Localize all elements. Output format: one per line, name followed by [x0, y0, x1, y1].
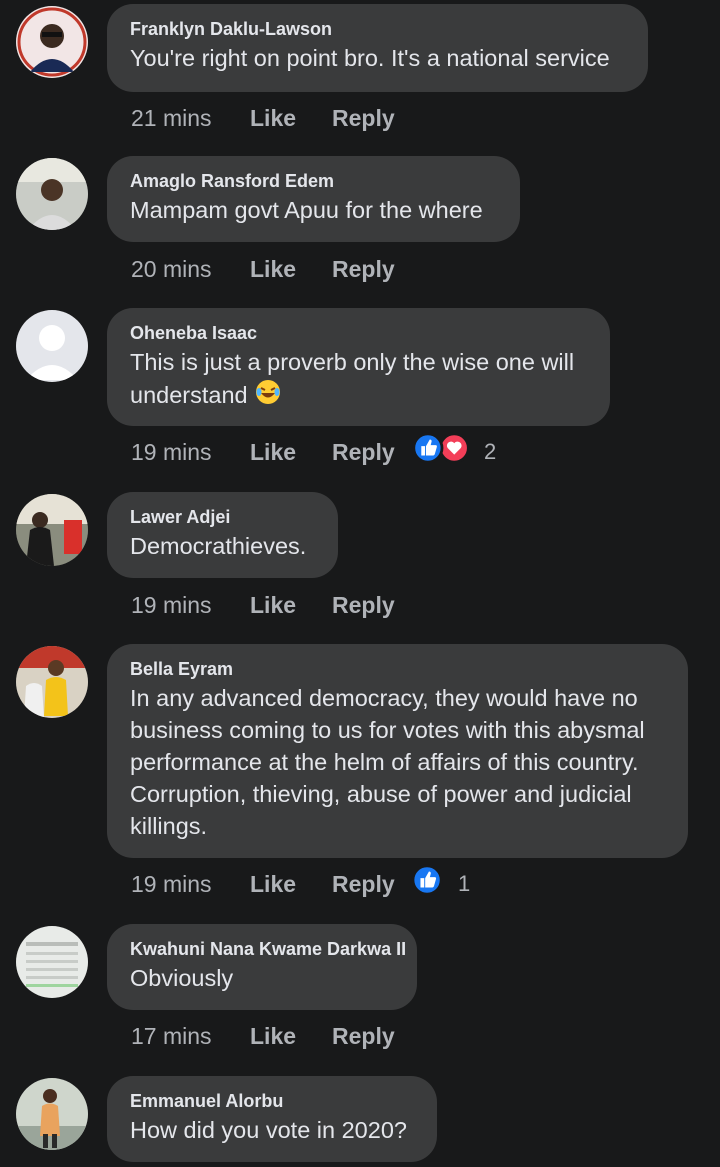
author-name[interactable]: Lawer Adjei	[130, 506, 314, 528]
timestamp[interactable]: 21 mins	[131, 103, 212, 133]
timestamp[interactable]: 19 mins	[131, 590, 212, 620]
comment-bubble: Bella Eyram In any advanced democracy, t…	[107, 644, 688, 858]
like-button[interactable]: Like	[250, 103, 296, 133]
timestamp[interactable]: 20 mins	[131, 254, 212, 284]
comment-text: You're right on point bro. It's a nation…	[130, 45, 610, 71]
avatar[interactable]	[16, 646, 88, 718]
author-name[interactable]: Bella Eyram	[130, 658, 664, 680]
reply-button[interactable]: Reply	[332, 869, 395, 899]
avatar[interactable]	[16, 310, 88, 382]
reactions[interactable]	[410, 432, 474, 464]
like-button[interactable]: Like	[250, 869, 296, 899]
comment-bubble: Lawer Adjei Democrathieves.	[107, 492, 338, 578]
comment-text: Democrathieves.	[130, 533, 307, 559]
reply-button[interactable]: Reply	[332, 1021, 395, 1051]
reactions[interactable]	[410, 864, 446, 896]
comment-text: Mampam govt Apuu for the where	[130, 197, 483, 223]
comment-bubble: Franklyn Daklu-Lawson You're right on po…	[107, 4, 648, 92]
comment-text: This is just a proverb only the wise one…	[130, 346, 586, 411]
reply-button[interactable]: Reply	[332, 103, 395, 133]
comment-bubble: Oheneba Isaac This is just a proverb onl…	[107, 308, 610, 426]
comment-bubble: Kwahuni Nana Kwame Darkwa II Obviously	[107, 924, 417, 1010]
comment-text-content: This is just a proverb only the wise one…	[130, 349, 575, 408]
timestamp[interactable]: 17 mins	[131, 1021, 212, 1051]
like-button[interactable]: Like	[250, 1021, 296, 1051]
reaction-count[interactable]: 2	[484, 437, 496, 467]
comment-text: In any advanced democracy, they would ha…	[130, 685, 645, 839]
like-button[interactable]: Like	[250, 437, 296, 467]
comment-bubble: Emmanuel Alorbu How did you vote in 2020…	[107, 1076, 437, 1162]
reaction-count[interactable]: 1	[458, 869, 470, 899]
comment-text: How did you vote in 2020?	[130, 1117, 407, 1143]
author-name[interactable]: Oheneba Isaac	[130, 322, 586, 344]
like-button[interactable]: Like	[250, 254, 296, 284]
like-icon	[412, 432, 444, 464]
comment-bubble: Amaglo Ransford Edem Mampam govt Apuu fo…	[107, 156, 520, 242]
timestamp[interactable]: 19 mins	[131, 869, 212, 899]
avatar[interactable]	[16, 494, 88, 566]
reply-button[interactable]: Reply	[332, 590, 395, 620]
laughing-emoji-icon	[256, 380, 281, 404]
like-button[interactable]: Like	[250, 590, 296, 620]
reply-button[interactable]: Reply	[332, 254, 395, 284]
avatar[interactable]	[16, 158, 88, 230]
love-icon	[438, 432, 470, 464]
timestamp[interactable]: 19 mins	[131, 437, 212, 467]
avatar[interactable]	[16, 6, 88, 78]
comment-text: Obviously	[130, 965, 234, 991]
author-name[interactable]: Amaglo Ransford Edem	[130, 170, 496, 192]
author-name[interactable]: Emmanuel Alorbu	[130, 1090, 413, 1112]
like-icon	[411, 864, 443, 896]
author-name[interactable]: Kwahuni Nana Kwame Darkwa II	[130, 938, 406, 960]
reply-button[interactable]: Reply	[332, 437, 395, 467]
avatar[interactable]	[16, 1078, 88, 1150]
author-name[interactable]: Franklyn Daklu-Lawson	[130, 18, 624, 40]
avatar[interactable]	[16, 926, 88, 998]
